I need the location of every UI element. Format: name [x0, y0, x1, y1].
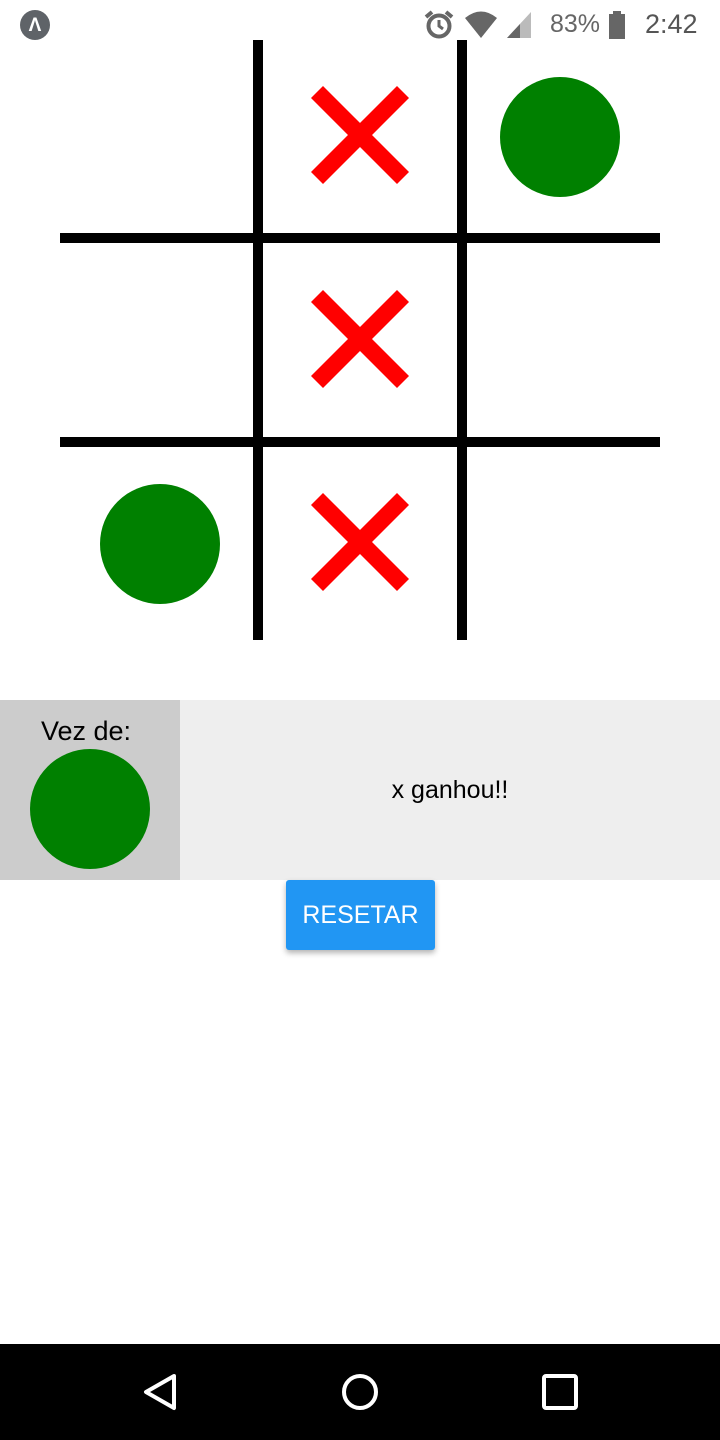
- o-mark: [500, 77, 620, 197]
- board-cell-3[interactable]: [460, 40, 660, 240]
- result-message: x ganhou!!: [391, 776, 509, 804]
- result-panel: x ganhou!!: [180, 700, 720, 880]
- app-notification-icon: Λ: [20, 10, 50, 40]
- board-cell-4[interactable]: [60, 244, 260, 444]
- reset-button[interactable]: RESETAR: [286, 880, 435, 950]
- o-mark: [100, 484, 220, 604]
- turn-panel: Vez de:: [0, 700, 180, 880]
- battery-percent: 83%: [550, 10, 601, 38]
- board-cell-2[interactable]: [260, 40, 460, 240]
- x-mark: [310, 289, 410, 389]
- tic-tac-toe-board: [60, 40, 660, 640]
- wifi-icon: [465, 11, 497, 38]
- alarm-icon: [424, 10, 454, 39]
- recents-icon[interactable]: [540, 1372, 580, 1412]
- battery-icon: [609, 11, 625, 39]
- board-cell-9[interactable]: [460, 447, 660, 647]
- turn-label: Vez de:: [40, 716, 132, 746]
- clock: 2:42: [645, 9, 698, 39]
- board-cell-6[interactable]: [460, 244, 660, 444]
- board-cell-8[interactable]: [260, 447, 460, 647]
- turn-player-o-mark: [30, 749, 150, 869]
- cell-signal-icon: [507, 12, 531, 38]
- board-cell-1[interactable]: [60, 40, 260, 240]
- navigation-bar: [0, 1344, 720, 1440]
- x-mark: [310, 85, 410, 185]
- board-cell-7[interactable]: [60, 447, 260, 647]
- home-icon[interactable]: [340, 1372, 380, 1412]
- back-icon[interactable]: [140, 1372, 180, 1412]
- x-mark: [310, 492, 410, 592]
- board-cell-5[interactable]: [260, 244, 460, 444]
